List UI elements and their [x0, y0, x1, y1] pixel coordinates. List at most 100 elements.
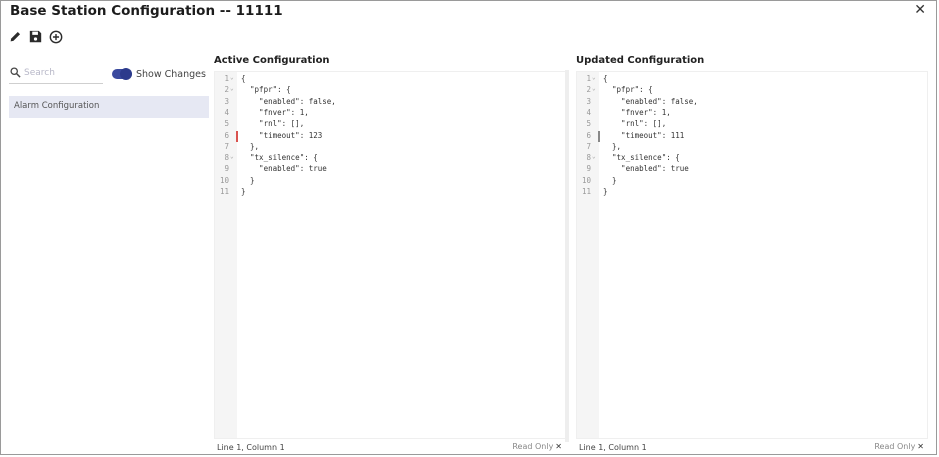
line-number: 2	[224, 85, 229, 95]
line-number: 8	[224, 153, 229, 163]
read-only-label: Read Only	[512, 442, 554, 451]
line-number: 11	[219, 187, 229, 196]
fold-chevron-icon[interactable]: ⌄	[230, 85, 234, 92]
code-line: 3 "enabled": false,	[215, 97, 565, 108]
code-line: 7 },	[215, 142, 565, 153]
fold-chevron-icon[interactable]: ⌄	[230, 153, 234, 160]
search-input[interactable]	[24, 65, 100, 81]
show-changes-toggle[interactable]	[112, 68, 132, 80]
line-number: 9	[224, 164, 229, 174]
fold-chevron-icon[interactable]: ⌄	[592, 74, 596, 81]
code-editor[interactable]: 1 ⌄{2 ⌄ "pfpr": {3 "enabled": false, 4 "fnv…	[576, 71, 928, 439]
code-text: "fnver": 1,	[241, 107, 309, 117]
save-icon[interactable]	[29, 30, 43, 44]
pane-divider[interactable]	[565, 70, 569, 442]
code-line: 10 }	[215, 176, 565, 187]
code-line: 8 ⌄ "tx_silence": {	[577, 153, 927, 164]
pane-title: Active Configuration	[214, 55, 330, 66]
search-icon	[10, 67, 21, 78]
line-number: 2	[586, 85, 591, 95]
code-text: "tx_silence": {	[241, 153, 318, 163]
code-text: "pfpr": {	[603, 85, 653, 95]
search-box	[9, 65, 103, 84]
code-line: 2 ⌄ "pfpr": {	[215, 85, 565, 96]
code-text: {	[241, 74, 246, 83]
line-number: 7	[224, 141, 229, 151]
code-line: 5 "rnl": [],	[215, 119, 565, 130]
code-line: 4 "fnver": 1,	[577, 108, 927, 119]
code-text: }	[603, 175, 617, 185]
code-line: 9 "enabled": true	[577, 164, 927, 175]
line-number: 3	[586, 96, 591, 106]
show-changes-label: Show Changes	[136, 69, 206, 80]
plus-circle-icon[interactable]	[49, 30, 63, 44]
code-text: "enabled": false,	[603, 96, 698, 106]
code-line: 1 ⌄ {	[215, 74, 565, 85]
code-line: 10 }	[577, 176, 927, 187]
dialog-title: Base Station Configuration -- 11111	[10, 3, 283, 19]
code-text: {	[603, 74, 608, 83]
fold-chevron-icon[interactable]: ⌄	[592, 153, 596, 160]
line-number: 4	[586, 107, 591, 117]
code-text: },	[603, 141, 622, 151]
code-line: 8 ⌄ "tx_silence": {	[215, 153, 565, 164]
code-text: "enabled": false,	[241, 96, 336, 106]
close-icon[interactable]: ✕	[914, 2, 926, 18]
code-editor[interactable]: 1 ⌄{2 ⌄ "pfpr": {3 "enabled": false, 4 "fnv…	[214, 71, 566, 439]
code-text: "timeout": 123	[241, 130, 323, 140]
line-number: 1	[224, 74, 229, 83]
line-number: 6	[224, 130, 229, 140]
code-line: 11}	[577, 187, 927, 198]
code-text: "enabled": true	[241, 164, 327, 174]
code-line: 5 "rnl": [],	[577, 119, 927, 130]
code-text: "fnver": 1,	[603, 107, 671, 117]
change-marker	[598, 130, 600, 142]
line-number: 7	[586, 141, 591, 151]
read-only-icon: ✕	[555, 442, 562, 451]
cursor-position: Line 1, Column 1	[217, 443, 285, 452]
code-line: 2 ⌄ "pfpr": {	[577, 85, 927, 96]
line-number: 8	[586, 153, 591, 163]
code-line: 4 "fnver": 1,	[215, 108, 565, 119]
code-line: 9 "enabled": true	[215, 164, 565, 175]
line-number: 10	[581, 175, 591, 185]
code-line: 7 },	[577, 142, 927, 153]
code-text: "timeout": 111	[603, 130, 685, 140]
toggle-knob	[120, 68, 132, 80]
line-number: 3	[224, 96, 229, 106]
code-text: }	[603, 187, 608, 196]
sidebar-item-alarm-configuration[interactable]: Alarm Configuration	[9, 96, 209, 118]
code-line: 1 ⌄ {	[577, 74, 927, 85]
code-text: "rnl": [],	[603, 119, 667, 129]
line-number: 5	[586, 119, 591, 129]
code-text: "enabled": true	[603, 164, 689, 174]
line-number: 5	[224, 119, 229, 129]
editor-statusbar: Line 1, Column 1 Read Only ✕	[576, 439, 928, 453]
fold-chevron-icon[interactable]: ⌄	[230, 74, 234, 81]
fold-chevron-icon[interactable]: ⌄	[592, 85, 596, 92]
change-marker	[236, 130, 238, 142]
read-only-label: Read Only	[874, 442, 916, 451]
code-line: 6 "timeout": 123	[215, 131, 565, 142]
code-text: },	[241, 141, 260, 151]
code-text: "pfpr": {	[241, 85, 291, 95]
line-number: 10	[219, 175, 229, 185]
line-number: 9	[586, 164, 591, 174]
sidebar-item-label: Alarm Configuration	[14, 101, 100, 111]
editor-statusbar: Line 1, Column 1 Read Only ✕	[214, 439, 566, 453]
pencil-icon[interactable]	[9, 30, 23, 44]
code-text: "rnl": [],	[241, 119, 305, 129]
line-number: 11	[581, 187, 591, 196]
line-number: 4	[224, 107, 229, 117]
line-number: 1	[586, 74, 591, 83]
code-text: }	[241, 175, 255, 185]
code-text: "tx_silence": {	[603, 153, 680, 163]
pane-title: Updated Configuration	[576, 55, 705, 66]
read-only-indicator[interactable]: Read Only ✕	[512, 442, 562, 451]
line-number: 6	[586, 130, 591, 140]
read-only-indicator[interactable]: Read Only ✕	[874, 442, 924, 451]
code-line: 6 "timeout": 111	[577, 131, 927, 142]
code-line: 11}	[215, 187, 565, 198]
code-text: }	[241, 187, 246, 196]
cursor-position: Line 1, Column 1	[579, 443, 647, 452]
